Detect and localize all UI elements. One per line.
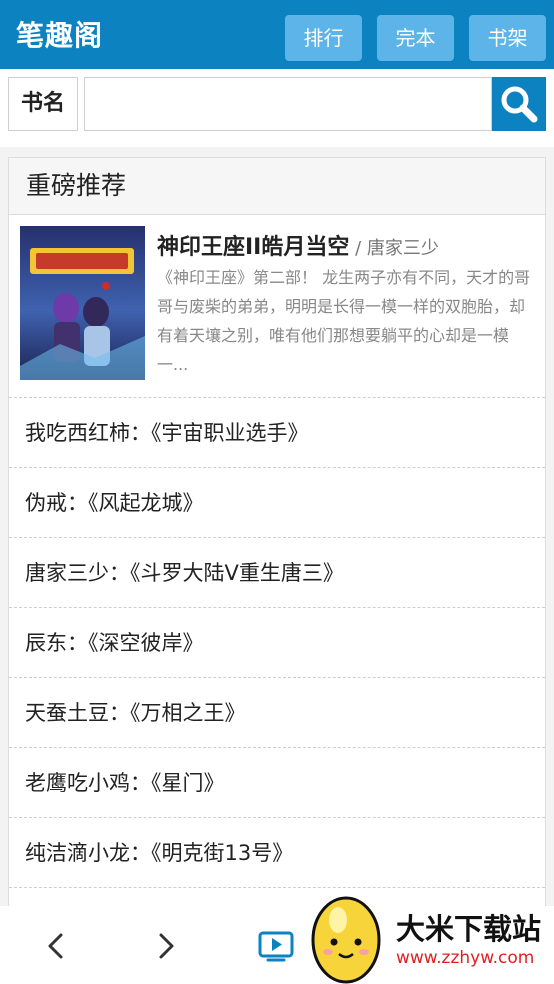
nav-bookshelf-button[interactable]: 书架 bbox=[469, 15, 546, 61]
search-bar: 书名 bbox=[0, 69, 554, 147]
site-logo[interactable]: 笔趣阁 bbox=[16, 14, 103, 54]
recommend-heading: 重磅推荐 bbox=[9, 158, 545, 215]
featured-title[interactable]: 神印王座II皓月当空 bbox=[157, 235, 349, 260]
featured-description: 《神印王座》第二部！ 龙生两子亦有不同，天才的哥哥与废柴的弟弟，明明是长得一模一… bbox=[157, 268, 531, 374]
recommend-list-item[interactable]: 纯洁滴小龙：《明克街13号》 bbox=[9, 818, 545, 888]
recommend-list-item[interactable]: 唐家三少：《斗罗大陆V重生唐三》 bbox=[9, 538, 545, 608]
video-icon[interactable] bbox=[256, 926, 296, 966]
nav-completed-button[interactable]: 完本 bbox=[377, 15, 454, 61]
watermark-name: 大米下载站 bbox=[396, 912, 542, 946]
recommend-list-item[interactable]: 辰东：《深空彼岸》 bbox=[9, 608, 545, 678]
recommend-list-item[interactable]: 老鹰吃小鸡：《星门》 bbox=[9, 748, 545, 818]
nav-ranking-button[interactable]: 排行 bbox=[285, 15, 362, 61]
featured-book[interactable]: 神印王座II皓月当空 / 唐家三少 《神印王座》第二部！ 龙生两子亦有不同，天才… bbox=[9, 215, 545, 398]
search-label: 书名 bbox=[8, 77, 78, 131]
recommend-list-item[interactable]: 伪戒：《风起龙城》 bbox=[9, 468, 545, 538]
recommend-list-item[interactable]: 天蚕土豆：《万相之王》 bbox=[9, 678, 545, 748]
search-button[interactable] bbox=[492, 77, 546, 131]
top-bar: 笔趣阁 排行 完本 书架 bbox=[0, 0, 554, 69]
featured-title-line[interactable]: 神印王座II皓月当空 / 唐家三少 bbox=[157, 229, 439, 261]
search-icon bbox=[501, 86, 538, 123]
back-arrow-icon[interactable] bbox=[36, 926, 76, 966]
search-input[interactable] bbox=[84, 77, 492, 131]
watermark-url: www.zzhyw.com bbox=[396, 948, 535, 968]
recommend-panel: 重磅推荐 神印王座II皓月当空 / 唐家三少 《神印王座》第二部！ 龙生两子亦有… bbox=[8, 157, 546, 917]
book-cover-image[interactable] bbox=[20, 226, 145, 380]
featured-author: / 唐家三少 bbox=[349, 238, 439, 259]
rice-mascot-logo bbox=[311, 896, 381, 984]
recommend-list-item[interactable]: 我吃西红柿：《宇宙职业选手》 bbox=[9, 398, 545, 468]
forward-arrow-icon[interactable] bbox=[146, 926, 186, 966]
watermark: 大米下载站 www.zzhyw.com bbox=[298, 886, 554, 984]
